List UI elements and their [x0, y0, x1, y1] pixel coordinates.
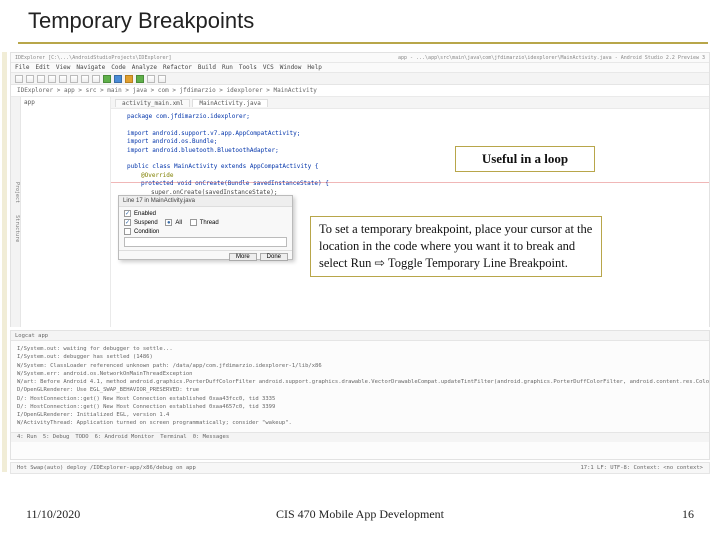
paste-icon[interactable]: [81, 75, 89, 83]
code-line: import android.support.v7.app.AppCompatA…: [127, 130, 300, 137]
title-underline: [18, 42, 708, 44]
toolwindow-terminal[interactable]: Terminal: [160, 434, 187, 440]
logcat-output[interactable]: I/System.out: waiting for debugger to se…: [11, 341, 709, 432]
thread-label: Thread: [200, 220, 219, 226]
breakpoint-line-marker: [111, 182, 709, 183]
project-tree[interactable]: app: [21, 97, 111, 327]
enabled-label: Enabled: [134, 211, 156, 217]
menu-build[interactable]: Build: [198, 64, 216, 71]
avd-icon[interactable]: [103, 75, 111, 83]
code-line: public class MainActivity extends AppCom…: [127, 163, 318, 170]
save-icon[interactable]: [26, 75, 34, 83]
undo-icon[interactable]: [37, 75, 45, 83]
code-line: @Override: [141, 172, 174, 179]
breadcrumb-path[interactable]: IDExplorer > app > src > main > java > c…: [17, 87, 317, 94]
tab-mainactivity[interactable]: MainActivity.java: [192, 99, 267, 107]
logcat-toolbar-text[interactable]: Logcat app: [15, 333, 48, 339]
callout-instructions: To set a temporary breakpoint, place you…: [310, 216, 602, 277]
ide-menubar[interactable]: File Edit View Navigate Code Analyze Ref…: [11, 63, 709, 73]
sdk-icon[interactable]: [114, 75, 122, 83]
find-icon[interactable]: [92, 75, 100, 83]
bottom-toolwindow-bar[interactable]: 4: Run 5: Debug TODO 6: Android Monitor …: [11, 432, 709, 442]
breakpoint-popup: Line 17 in MainActivity.java ✓ Enabled ✓…: [118, 195, 293, 260]
suspend-checkbox[interactable]: ✓: [124, 219, 131, 226]
condition-label: Condition: [134, 229, 159, 235]
tab-activity-main[interactable]: activity_main.xml: [115, 99, 190, 107]
menu-run[interactable]: Run: [222, 64, 233, 71]
menu-code[interactable]: Code: [111, 64, 125, 71]
condition-checkbox[interactable]: [124, 228, 131, 235]
popup-title: Line 17 in MainActivity.java: [119, 196, 292, 207]
status-left: Hot Swap(auto) deploy /IDExplorer-app/x8…: [17, 465, 196, 471]
structure-toolwindow-label[interactable]: Structure: [14, 215, 20, 242]
toolwindow-debug[interactable]: 5: Debug: [43, 434, 70, 440]
code-line: package com.jfdimarzio.idexplorer;: [127, 113, 250, 120]
toolwindow-android-monitor[interactable]: 6: Android Monitor: [95, 434, 155, 440]
menu-vcs[interactable]: VCS: [263, 64, 274, 71]
stop-icon[interactable]: [158, 75, 166, 83]
menu-edit[interactable]: Edit: [35, 64, 49, 71]
code-line: import android.bluetooth.BluetoothAdapte…: [127, 147, 279, 154]
arrow-icon: ⇨: [375, 256, 385, 270]
done-button[interactable]: Done: [260, 253, 288, 261]
callout-b-post: Toggle Temporary Line Breakpoint.: [385, 256, 568, 270]
all-label: All: [175, 220, 182, 226]
window-title-right: app - ...\app\src\main\java\com\jfdimarz…: [398, 55, 705, 61]
editor-tabs[interactable]: activity_main.xml MainActivity.java: [111, 97, 709, 109]
toolwindow-messages[interactable]: 0: Messages: [193, 434, 229, 440]
breadcrumb[interactable]: IDExplorer > app > src > main > java > c…: [11, 85, 709, 97]
condition-input[interactable]: [124, 237, 287, 247]
thread-radio[interactable]: [190, 219, 197, 226]
menu-navigate[interactable]: Navigate: [76, 64, 105, 71]
menu-analyze[interactable]: Analyze: [132, 64, 157, 71]
menu-window[interactable]: Window: [280, 64, 302, 71]
project-tree-root[interactable]: app: [24, 99, 107, 106]
footer-course: CIS 470 Mobile App Development: [0, 507, 720, 522]
copy-icon[interactable]: [70, 75, 78, 83]
menu-file[interactable]: File: [15, 64, 29, 71]
window-title-left: IDExplorer [C:\...\AndroidStudioProjects…: [15, 55, 172, 61]
footer-page-number: 16: [682, 507, 694, 522]
menu-view[interactable]: View: [56, 64, 70, 71]
ide-titlebar: IDExplorer [C:\...\AndroidStudioProjects…: [11, 53, 709, 63]
logcat-toolbar[interactable]: Logcat app: [11, 331, 709, 341]
ide-window: IDExplorer [C:\...\AndroidStudioProjects…: [10, 52, 710, 327]
suspend-label: Suspend: [134, 220, 158, 226]
debug-icon[interactable]: [147, 75, 155, 83]
tool-window-bar-left[interactable]: Project Structure: [11, 97, 21, 327]
sync-icon[interactable]: [125, 75, 133, 83]
more-button[interactable]: More: [229, 253, 257, 261]
open-icon[interactable]: [15, 75, 23, 83]
code-line: import android.os.Bundle;: [127, 138, 217, 145]
project-toolwindow-label[interactable]: Project: [14, 182, 20, 203]
callout-useful-in-loop: Useful in a loop: [455, 146, 595, 172]
menu-refactor[interactable]: Refactor: [163, 64, 192, 71]
slide-title: Temporary Breakpoints: [28, 8, 254, 34]
run-icon[interactable]: [136, 75, 144, 83]
enabled-checkbox[interactable]: ✓: [124, 210, 131, 217]
ide-toolbar: [11, 73, 709, 85]
redo-icon[interactable]: [48, 75, 56, 83]
logcat-panel: Logcat app I/System.out: waiting for deb…: [10, 330, 710, 460]
status-right: 17:1 LF: UTF-8: Context: <no context>: [580, 465, 703, 471]
menu-tools[interactable]: Tools: [239, 64, 257, 71]
all-radio[interactable]: ●: [165, 219, 172, 226]
toolwindow-run[interactable]: 4: Run: [17, 434, 37, 440]
ide-status-bar: Hot Swap(auto) deploy /IDExplorer-app/x8…: [10, 462, 710, 474]
toolwindow-todo[interactable]: TODO: [75, 434, 88, 440]
cut-icon[interactable]: [59, 75, 67, 83]
menu-help[interactable]: Help: [307, 64, 321, 71]
slide-accent-bar: [2, 52, 7, 472]
